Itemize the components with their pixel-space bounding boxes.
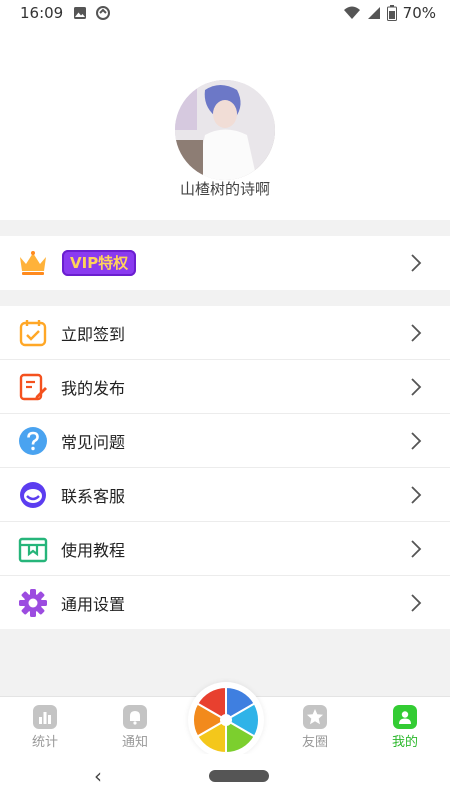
nav-label: 我的 xyxy=(391,735,418,750)
status-time: 16:09 xyxy=(20,4,64,22)
menu-item-tutorial[interactable]: 使用教程 xyxy=(0,522,450,576)
username: 山楂树的诗啊 xyxy=(179,180,270,198)
battery-icon xyxy=(386,5,397,21)
sync-icon xyxy=(96,6,111,20)
image-icon xyxy=(74,7,87,19)
chevron-right-icon xyxy=(411,432,422,450)
menu-item-faq[interactable]: 常见问题 xyxy=(0,414,450,468)
question-icon xyxy=(19,427,47,455)
home-pill[interactable] xyxy=(209,770,269,782)
nav-item-moments[interactable]: 友圈 xyxy=(285,705,345,750)
bell-icon xyxy=(123,705,147,729)
nav-label: 友圈 xyxy=(301,735,328,750)
chevron-right-icon xyxy=(411,594,422,612)
avatar-image xyxy=(175,80,275,180)
user-icon xyxy=(393,705,417,729)
chevron-right-icon xyxy=(411,540,422,558)
chart-icon xyxy=(33,705,57,729)
menu-item-settings[interactable]: 通用设置 xyxy=(0,576,450,629)
chevron-right-icon xyxy=(411,486,422,504)
crown-icon xyxy=(20,251,46,275)
signal-icon xyxy=(367,7,380,19)
menu-item-label: 联系客服 xyxy=(61,486,126,506)
menu-item-label: 常见问题 xyxy=(61,432,126,452)
vip-row[interactable]: VIP特权 xyxy=(0,236,450,290)
menu-item-checkin[interactable]: 立即签到 xyxy=(0,306,450,360)
profile-header: 山楂树的诗啊 xyxy=(0,26,450,220)
nav-item-mine[interactable]: 我的 xyxy=(375,705,435,750)
edit-document-icon xyxy=(19,373,47,401)
avatar[interactable] xyxy=(175,80,275,180)
menu-item-customer-service[interactable]: 联系客服 xyxy=(0,468,450,522)
color-wheel-icon xyxy=(191,685,261,755)
nav-label: 通知 xyxy=(121,735,148,750)
customer-service-icon xyxy=(20,482,46,508)
chevron-right-icon xyxy=(411,378,422,396)
menu-list: 立即签到 我的发布 常见问题 联系客服 使用教程 通用设置 xyxy=(0,306,450,629)
gear-icon xyxy=(19,589,47,617)
battery-percent: 70% xyxy=(402,4,436,22)
book-icon xyxy=(18,537,48,563)
center-action-button[interactable] xyxy=(188,682,264,758)
nav-label: 统计 xyxy=(31,735,58,750)
wifi-icon xyxy=(343,6,360,19)
back-icon[interactable]: ‹ xyxy=(94,764,102,788)
nav-item-stats[interactable]: 统计 xyxy=(15,705,75,750)
menu-item-label: 通用设置 xyxy=(61,594,126,614)
chevron-right-icon xyxy=(411,254,422,272)
menu-item-label: 使用教程 xyxy=(61,540,126,560)
star-icon xyxy=(303,705,327,729)
menu-item-label: 立即签到 xyxy=(61,324,126,344)
status-bar: 16:09 70% xyxy=(0,0,450,26)
chevron-right-icon xyxy=(411,324,422,342)
calendar-check-icon xyxy=(19,320,47,347)
vip-badge: VIP特权 xyxy=(62,250,137,276)
menu-item-label: 我的发布 xyxy=(61,378,126,398)
system-nav-bar: ‹ xyxy=(0,754,450,800)
menu-item-my-posts[interactable]: 我的发布 xyxy=(0,360,450,414)
nav-item-notifications[interactable]: 通知 xyxy=(105,705,165,750)
